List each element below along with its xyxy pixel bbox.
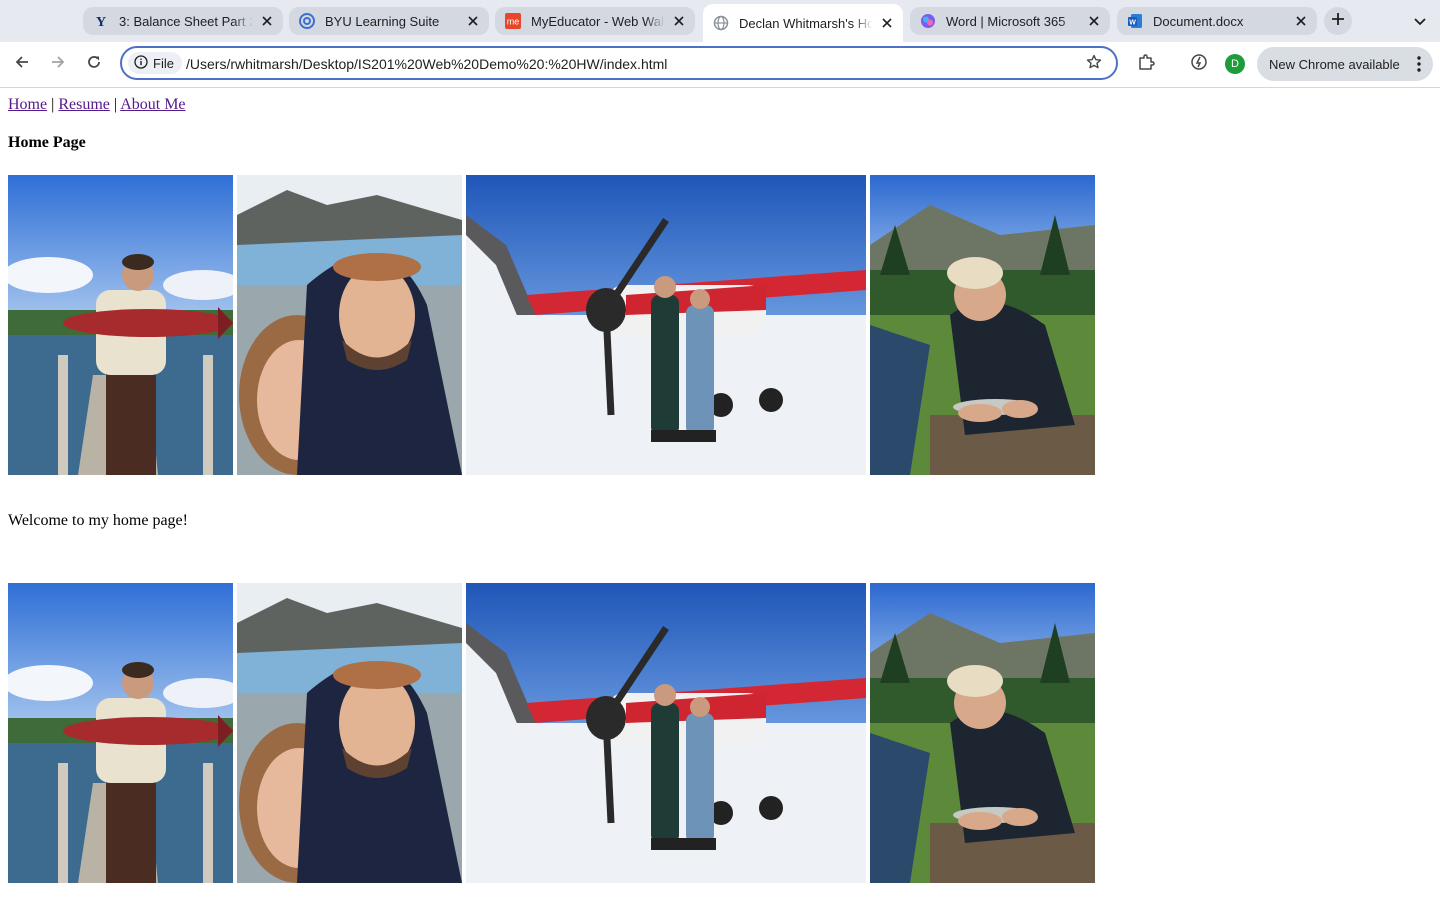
photo-glacier-selfie [237, 583, 462, 883]
photo-gallery-bottom [8, 583, 1095, 883]
chevron-down-icon [1414, 13, 1426, 31]
browser-toolbar: File /Users/rwhitmarsh/Desktop/IS201%20W… [0, 42, 1440, 88]
bookmark-button[interactable] [1084, 54, 1104, 74]
word-icon: W [1127, 13, 1143, 29]
back-button[interactable] [8, 50, 36, 78]
tab-strip: Y 3: Balance Sheet Part 2: Fina BYU Lear… [0, 0, 1440, 42]
photo-creek-fish [870, 175, 1095, 475]
svg-text:W: W [1129, 19, 1136, 26]
learning-suite-icon [299, 13, 315, 29]
welcome-text: Welcome to my home page! [8, 512, 188, 529]
page-content: Home | Resume | About Me Home Page Welco… [0, 88, 1440, 900]
url-text[interactable]: /Users/rwhitmarsh/Desktop/IS201%20Web%20… [186, 56, 667, 72]
photo-bush-plane [466, 583, 866, 883]
tab-word-365[interactable]: Word | Microsoft 365 [910, 7, 1110, 35]
close-icon[interactable] [465, 13, 481, 29]
update-label: New Chrome available [1269, 56, 1400, 72]
forward-button[interactable] [44, 50, 72, 78]
site-nav: Home | Resume | About Me [8, 96, 186, 114]
svg-text:Y: Y [96, 15, 106, 28]
chrome-update-button[interactable]: New Chrome available [1257, 47, 1433, 81]
nav-separator: | [51, 96, 55, 113]
tab-title: Declan Whitmarsh's Home [739, 15, 873, 31]
yale-y-icon: Y [93, 13, 109, 29]
tab-document[interactable]: W Document.docx [1117, 7, 1317, 35]
new-tab-button[interactable] [1324, 7, 1352, 35]
tab-title: MyEducator - Web Walkthrou [531, 13, 665, 29]
tab-title: BYU Learning Suite [325, 13, 440, 29]
nav-link-resume[interactable]: Resume [58, 96, 110, 113]
tab-search-button[interactable] [1408, 10, 1432, 34]
globe-icon [713, 15, 729, 31]
tab-myeducator[interactable]: me MyEducator - Web Walkthrou [495, 7, 695, 35]
profile-avatar[interactable]: D [1225, 54, 1245, 74]
tab-title: Word | Microsoft 365 [946, 13, 1066, 29]
arrow-left-icon [14, 54, 30, 75]
tab-home-page[interactable]: Declan Whitmarsh's Home [703, 4, 903, 42]
tab-title: Document.docx [1153, 13, 1244, 29]
copilot-icon [920, 13, 936, 29]
myeducator-icon: me [505, 13, 521, 29]
chip-label: File [153, 55, 174, 71]
site-info-chip[interactable]: File [128, 52, 182, 74]
svg-text:me: me [507, 17, 520, 27]
star-icon [1086, 54, 1102, 75]
info-icon [134, 54, 153, 72]
plus-icon [1332, 12, 1344, 30]
puzzle-icon [1137, 53, 1155, 76]
photo-glacier-selfie [237, 175, 462, 475]
photo-salmon-dock [8, 583, 233, 883]
tab-balance-sheet[interactable]: Y 3: Balance Sheet Part 2: Fina [83, 7, 283, 35]
photo-salmon-dock [8, 175, 233, 475]
nav-link-about[interactable]: About Me [120, 96, 185, 113]
photo-bush-plane [466, 175, 866, 475]
speedometer-icon [1190, 53, 1208, 76]
more-vert-icon [1417, 56, 1421, 75]
close-icon[interactable] [1086, 13, 1102, 29]
tab-learning-suite[interactable]: BYU Learning Suite [289, 7, 489, 35]
reload-icon [86, 54, 102, 75]
page-heading: Home Page [8, 134, 86, 151]
close-icon[interactable] [879, 15, 895, 31]
nav-separator: | [113, 96, 118, 113]
performance-button[interactable] [1185, 50, 1213, 78]
extensions-button[interactable] [1132, 50, 1160, 78]
photo-creek-fish [870, 583, 1095, 883]
arrow-right-icon [50, 54, 66, 75]
reload-button[interactable] [80, 50, 108, 78]
close-icon[interactable] [259, 13, 275, 29]
browser-chrome: Y 3: Balance Sheet Part 2: Fina BYU Lear… [0, 0, 1440, 88]
close-icon[interactable] [1293, 13, 1309, 29]
nav-link-home[interactable]: Home [8, 96, 47, 113]
photo-gallery-top [8, 175, 1095, 475]
tab-title: 3: Balance Sheet Part 2: Fina [119, 13, 253, 29]
close-icon[interactable] [671, 13, 687, 29]
address-bar[interactable]: File /Users/rwhitmarsh/Desktop/IS201%20W… [120, 46, 1118, 80]
